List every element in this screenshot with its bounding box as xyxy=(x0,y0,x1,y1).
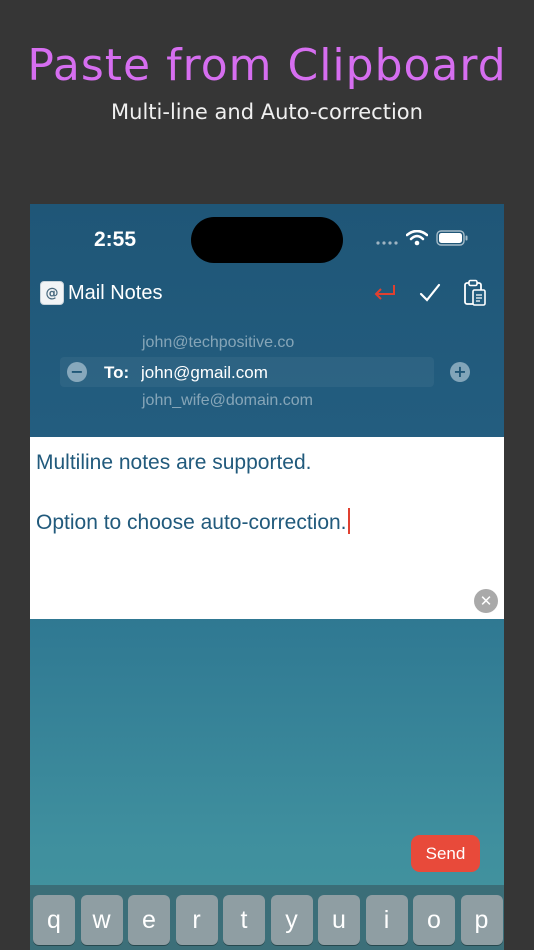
notes-text-area[interactable]: Multiline notes are supported. Option to… xyxy=(30,437,504,619)
clear-text-button[interactable]: ✕ xyxy=(474,589,498,613)
key-r[interactable]: r xyxy=(175,895,218,945)
key-p[interactable]: p xyxy=(460,895,503,945)
keyboard-row-top: q w e r t y u i o p xyxy=(33,895,503,945)
status-icons xyxy=(376,229,468,250)
remove-recipient-button[interactable]: − xyxy=(67,362,87,382)
note-line: Multiline notes are supported. xyxy=(36,451,312,474)
return-button[interactable] xyxy=(370,280,400,310)
key-e[interactable]: e xyxy=(128,895,170,945)
note-line-text: Option to choose auto-correction. xyxy=(36,511,347,534)
key-o[interactable]: o xyxy=(413,895,455,945)
paste-button[interactable] xyxy=(460,279,490,311)
app-title: Mail Notes xyxy=(68,282,163,304)
recipient-option-below[interactable]: john_wife@domain.com xyxy=(142,392,313,410)
text-caret xyxy=(347,508,350,534)
checkmark-icon xyxy=(418,282,442,308)
key-i[interactable]: i xyxy=(365,895,408,945)
to-email-input[interactable] xyxy=(141,361,431,385)
done-button[interactable] xyxy=(415,280,445,310)
to-label: To: xyxy=(104,363,130,382)
add-recipient-button[interactable]: + xyxy=(450,362,470,382)
dynamic-island xyxy=(191,217,343,263)
signal-dots-icon xyxy=(376,231,398,250)
close-icon: ✕ xyxy=(479,592,493,610)
key-t[interactable]: t xyxy=(223,895,265,945)
promo-title: Paste from Clipboard xyxy=(27,40,507,91)
promo-subtitle: Multi-line and Auto-correction xyxy=(111,100,423,124)
return-arrow-icon xyxy=(372,282,398,308)
at-sign-icon: @ xyxy=(40,281,64,305)
keyboard: q w e r t y u i o p xyxy=(30,885,504,950)
battery-icon xyxy=(436,230,468,250)
minus-icon: − xyxy=(70,362,84,381)
key-w[interactable]: w xyxy=(80,895,123,945)
wifi-icon xyxy=(405,229,429,250)
key-q[interactable]: q xyxy=(33,895,75,945)
key-y[interactable]: y xyxy=(270,895,313,945)
clipboard-paste-icon xyxy=(462,279,488,311)
recipient-option-above[interactable]: john@techpositive.co xyxy=(142,334,294,352)
plus-icon: + xyxy=(453,362,467,381)
send-button[interactable]: Send xyxy=(411,835,480,872)
note-line-with-caret: Option to choose auto-correction. xyxy=(36,508,350,535)
status-time: 2:55 xyxy=(94,228,137,251)
phone-screen: 2:55 @ Mail Notes john@techpositive.co −… xyxy=(30,204,504,950)
key-u[interactable]: u xyxy=(318,895,360,945)
